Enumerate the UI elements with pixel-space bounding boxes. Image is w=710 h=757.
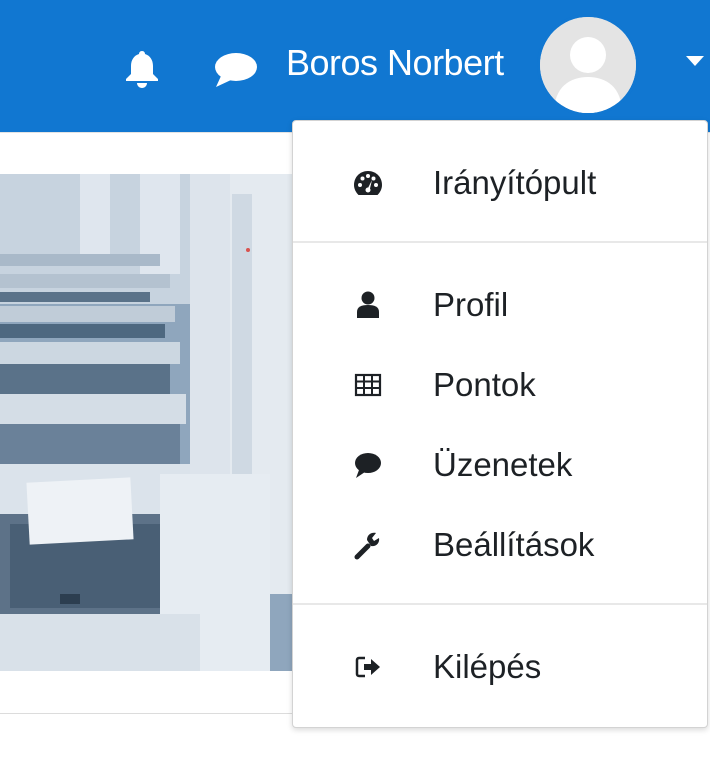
menu-item-label: Pontok — [433, 366, 536, 403]
user-icon — [357, 291, 379, 318]
menu-item-dashboard[interactable]: Irányítópult — [293, 153, 707, 213]
table-grid-icon — [354, 373, 382, 397]
menu-item-profile[interactable]: Profil — [293, 275, 707, 335]
menu-item-label: Irányítópult — [433, 164, 597, 201]
menu-divider — [293, 241, 707, 243]
top-navbar: Boros Norbert — [0, 0, 710, 132]
wrench-icon — [354, 532, 380, 560]
menu-item-logout[interactable]: Kilépés — [293, 637, 707, 697]
course-image — [0, 174, 296, 671]
menu-item-label: Üzenetek — [433, 446, 573, 483]
user-name[interactable]: Boros Norbert — [286, 38, 504, 88]
bell-icon[interactable] — [123, 48, 161, 88]
user-avatar-icon[interactable] — [540, 17, 636, 113]
menu-divider — [293, 603, 707, 605]
menu-item-settings[interactable]: Beállítások — [293, 515, 707, 575]
dashboard-gauge-icon — [354, 171, 382, 195]
menu-item-messages[interactable]: Üzenetek — [293, 435, 707, 495]
user-menu-dropdown: Irányítópult Profil Pontok Üzenetek Beál… — [292, 120, 708, 728]
menu-item-label: Beállítások — [433, 526, 595, 563]
content-divider — [0, 713, 296, 714]
menu-item-label: Profil — [433, 286, 509, 323]
chat-bubble-icon[interactable] — [212, 52, 258, 88]
comment-icon — [355, 453, 381, 478]
sign-out-icon — [355, 656, 380, 678]
menu-item-grades[interactable]: Pontok — [293, 355, 707, 415]
caret-down-icon[interactable] — [686, 56, 704, 66]
menu-item-label: Kilépés — [433, 648, 542, 685]
